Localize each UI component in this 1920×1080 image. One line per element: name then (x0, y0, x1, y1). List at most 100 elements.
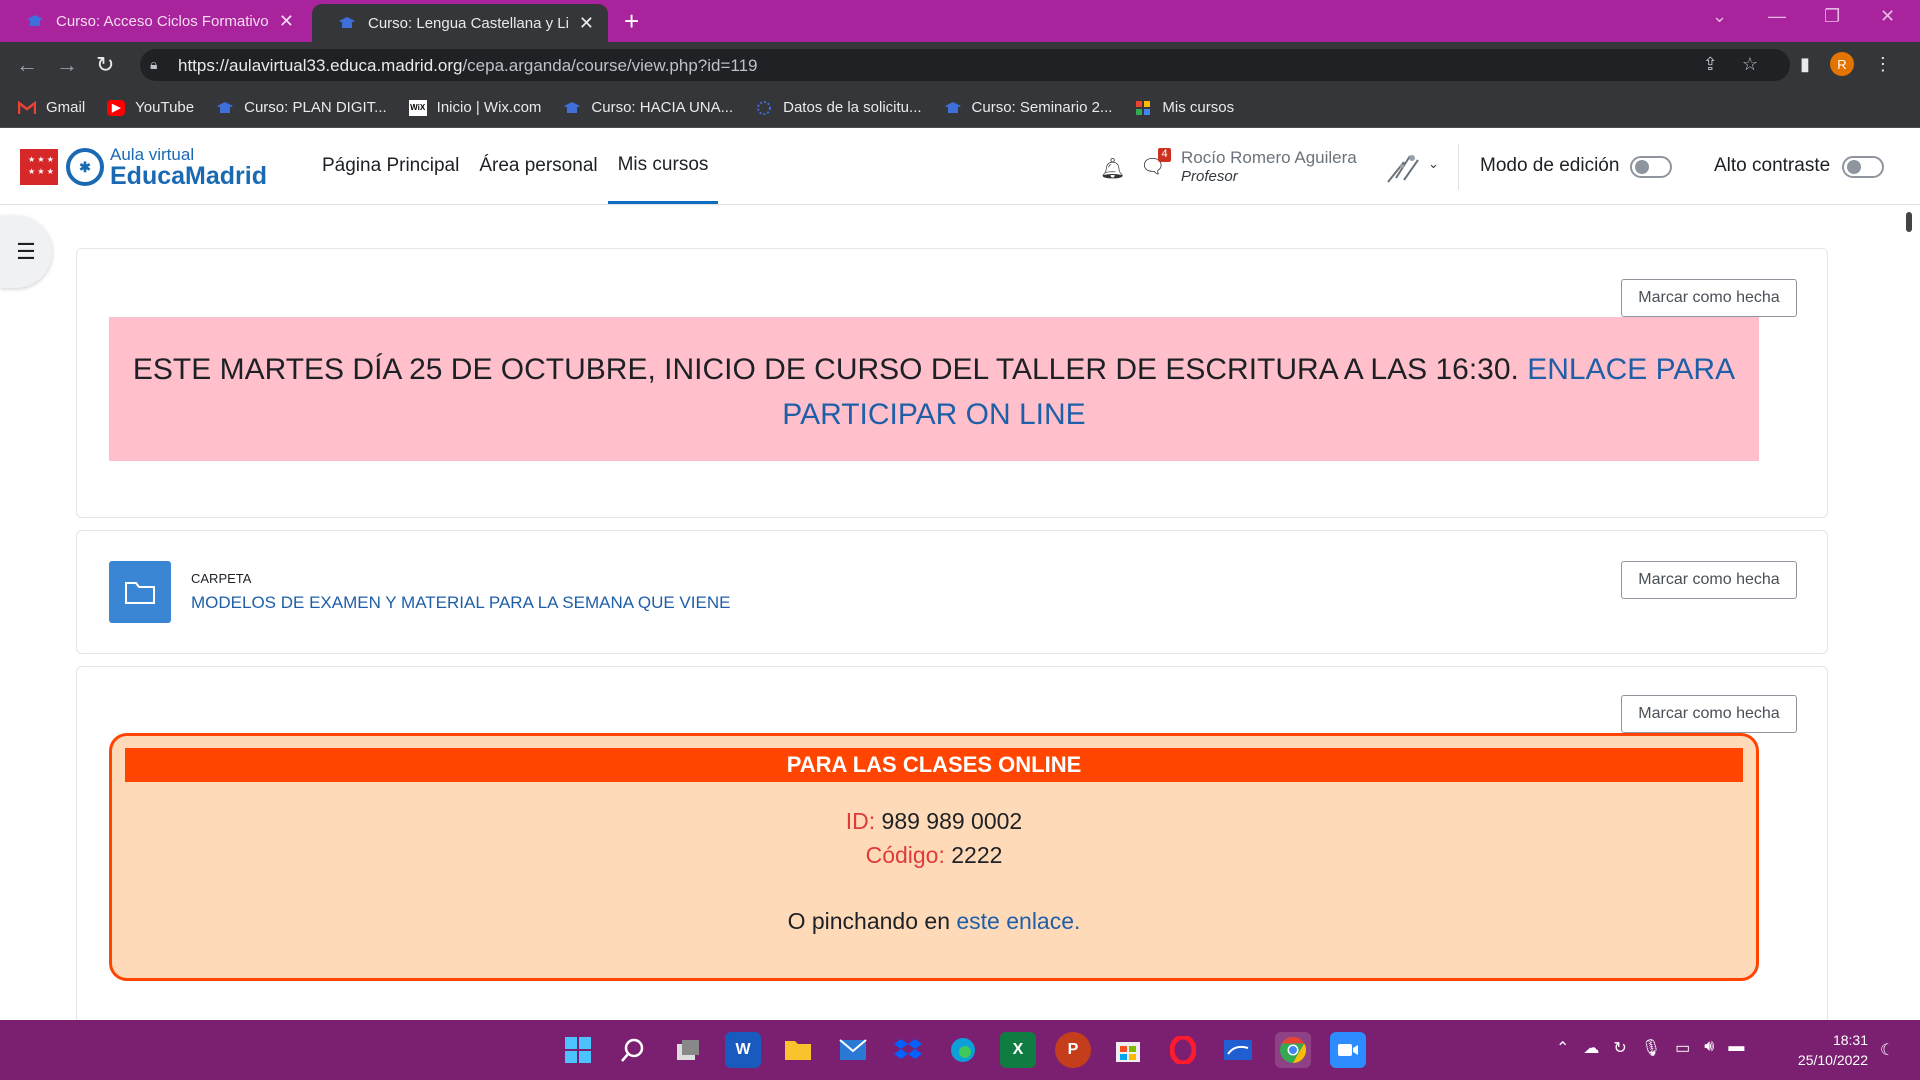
moodle-icon (338, 16, 356, 30)
site-header: ★ ★ ★ ★ ★ ★ ✱ Aula virtual EducaMadrid Pá… (0, 128, 1920, 205)
share-icon[interactable]: ⇪ (1703, 54, 1718, 75)
moodle-icon (216, 100, 234, 116)
bookmark-youtube[interactable]: ▶ YouTube (107, 99, 194, 116)
side-panel-icon[interactable]: ▮ (1800, 54, 1810, 75)
bookmark-hacia-una[interactable]: Curso: HACIA UNA... (563, 99, 733, 116)
course-index-toggle[interactable]: ☰ (0, 216, 52, 288)
notifications-moon-icon[interactable]: ☾ (1880, 1040, 1894, 1060)
moodle-icon (26, 14, 44, 28)
notifications-bell-icon[interactable]: 🔔︎ (1100, 156, 1125, 181)
scrollbar[interactable] (1906, 212, 1912, 232)
user-menu[interactable]: Rocío Romero Aguilera Profesor (1181, 148, 1357, 185)
folder-link[interactable]: MODELOS DE EXAMEN Y MATERIAL PARA LA SEM… (191, 593, 730, 613)
nav-pagina-principal[interactable]: Página Principal (312, 128, 469, 204)
nav-mis-cursos[interactable]: Mis cursos (607, 128, 719, 204)
clock-time: 18:31 (1832, 1032, 1868, 1048)
opera-icon[interactable] (1165, 1032, 1201, 1068)
clock-date: 25/10/2022 (1797, 1052, 1868, 1068)
bookmark-seminario[interactable]: Curso: Seminario 2... (944, 99, 1112, 116)
microphone-icon[interactable]: 🎙︎ (1641, 1038, 1661, 1058)
chevron-down-icon[interactable]: ⌄ (1712, 6, 1727, 27)
user-avatar[interactable] (1384, 148, 1424, 186)
educamadrid-emblem-icon: ✱ (66, 148, 104, 186)
meeting-link[interactable]: este enlace. (956, 908, 1080, 934)
activity-card-banner: Marcar como hecha ESTE MARTES DÍA 25 DE … (76, 248, 1828, 518)
activity-type-label: CARPETA (191, 571, 252, 586)
bookmark-plan-digit[interactable]: Curso: PLAN DIGIT... (216, 99, 387, 116)
windows-start-icon[interactable] (560, 1032, 596, 1068)
nav-area-personal[interactable]: Área personal (469, 128, 607, 204)
site-logo[interactable]: ★ ★ ★ ★ ★ ★ ✱ Aula virtual EducaMadrid (20, 146, 267, 189)
url-bar[interactable]: 🔒︎ https://aulavirtual33.educa.madrid.or… (140, 49, 1790, 81)
powerpoint-icon[interactable]: P (1055, 1032, 1091, 1068)
close-tab-icon[interactable]: ✕ (279, 11, 294, 32)
mark-done-button[interactable]: Marcar como hecha (1621, 561, 1797, 599)
whiteboard-icon[interactable] (1220, 1032, 1256, 1068)
bookmark-wix[interactable]: WiX Inicio | Wix.com (408, 99, 541, 116)
header-divider (1458, 144, 1459, 190)
url-text: https://aulavirtual33.educa.madrid.org/c… (178, 56, 758, 75)
browser-tab[interactable]: Curso: Acceso Ciclos Formativos ✕ (0, 0, 308, 42)
display-icon[interactable]: ▭ (1675, 1038, 1690, 1058)
online-classes-title: PARA LAS CLASES ONLINE (125, 748, 1743, 782)
gmail-icon (18, 100, 36, 116)
bookmark-star-icon[interactable]: ☆ (1742, 54, 1758, 75)
windows-taskbar: W X P ⌃ ☁ ↻ 🎙︎ ▭ 🔊︎ ▬ 18:31 25/10/2022 ☾ (0, 1020, 1920, 1080)
task-view-icon[interactable] (670, 1032, 706, 1068)
reload-icon[interactable]: ↻ (96, 52, 114, 78)
moodle-icon (944, 100, 962, 116)
bookmark-datos-solicitud[interactable]: Datos de la solicitu... (755, 99, 922, 116)
madrid-flag-icon: ★ ★ ★ ★ ★ ★ (20, 149, 58, 185)
battery-icon[interactable]: ▬ (1728, 1038, 1744, 1058)
meeting-code-row: Código: 2222 (865, 842, 1003, 868)
mark-done-button[interactable]: Marcar como hecha (1621, 279, 1797, 317)
meeting-code: 2222 (951, 842, 1003, 868)
user-role: Profesor (1181, 168, 1238, 185)
meeting-link-row: O pinchando en este enlace. (787, 908, 1081, 934)
apps-icon (1134, 100, 1152, 116)
folder-icon (109, 561, 171, 623)
list-icon: ☰ (16, 239, 36, 264)
edit-mode-toggle[interactable] (1630, 156, 1672, 178)
volume-icon[interactable]: 🔊︎ (1704, 1038, 1714, 1058)
chevron-up-icon[interactable]: ⌃ (1556, 1038, 1569, 1058)
lock-icon: 🔒︎ (150, 56, 158, 72)
user-name: Rocío Romero Aguilera (1181, 148, 1357, 167)
sync-icon[interactable]: ↻ (1613, 1038, 1626, 1058)
browser-tab-active[interactable]: Curso: Lengua Castellana y Litera ✕ (312, 4, 608, 42)
tab-title: Curso: Lengua Castellana y Litera (368, 14, 569, 32)
store-icon[interactable] (1110, 1032, 1146, 1068)
high-contrast-toggle[interactable] (1842, 156, 1884, 178)
new-tab-button[interactable]: + (624, 6, 639, 37)
chrome-icon[interactable] (1275, 1032, 1311, 1068)
mark-done-button[interactable]: Marcar como hecha (1621, 695, 1797, 733)
zoom-icon[interactable] (1330, 1032, 1366, 1068)
close-window-icon[interactable]: ✕ (1880, 6, 1895, 27)
edit-mode-label: Modo de edición (1480, 155, 1620, 176)
search-icon[interactable] (615, 1032, 651, 1068)
forward-icon[interactable]: → (56, 52, 78, 78)
excel-icon[interactable]: X (1000, 1032, 1036, 1068)
edge-icon[interactable] (945, 1032, 981, 1068)
minimize-icon[interactable]: — (1768, 6, 1786, 27)
close-tab-icon[interactable]: ✕ (579, 13, 594, 34)
wix-icon: WiX (408, 99, 427, 116)
online-classes-box: PARA LAS CLASES ONLINE ID: 989 989 0002 … (109, 733, 1759, 981)
clock[interactable]: 18:31 25/10/2022 (1788, 1030, 1868, 1070)
onedrive-icon[interactable]: ☁ (1583, 1038, 1599, 1058)
chevron-down-icon[interactable]: ⌄ (1428, 156, 1439, 172)
word-icon[interactable]: W (725, 1032, 761, 1068)
profile-avatar[interactable]: R (1829, 52, 1854, 76)
file-explorer-icon[interactable] (780, 1032, 816, 1068)
address-toolbar: ← → ↻ 🔒︎ https://aulavirtual33.educa.mad… (0, 42, 1920, 88)
loading-icon (755, 100, 773, 116)
bookmark-mis-cursos[interactable]: Mis cursos (1134, 99, 1234, 116)
moodle-icon (563, 100, 581, 116)
bookmark-gmail[interactable]: Gmail (18, 99, 85, 116)
mail-icon[interactable] (835, 1032, 871, 1068)
more-menu-icon[interactable]: ⋮ (1874, 54, 1892, 75)
dropbox-icon[interactable] (890, 1032, 926, 1068)
back-icon[interactable]: ← (16, 52, 38, 78)
restore-icon[interactable]: ❐ (1824, 6, 1840, 27)
meeting-id: 989 989 0002 (881, 808, 1023, 834)
